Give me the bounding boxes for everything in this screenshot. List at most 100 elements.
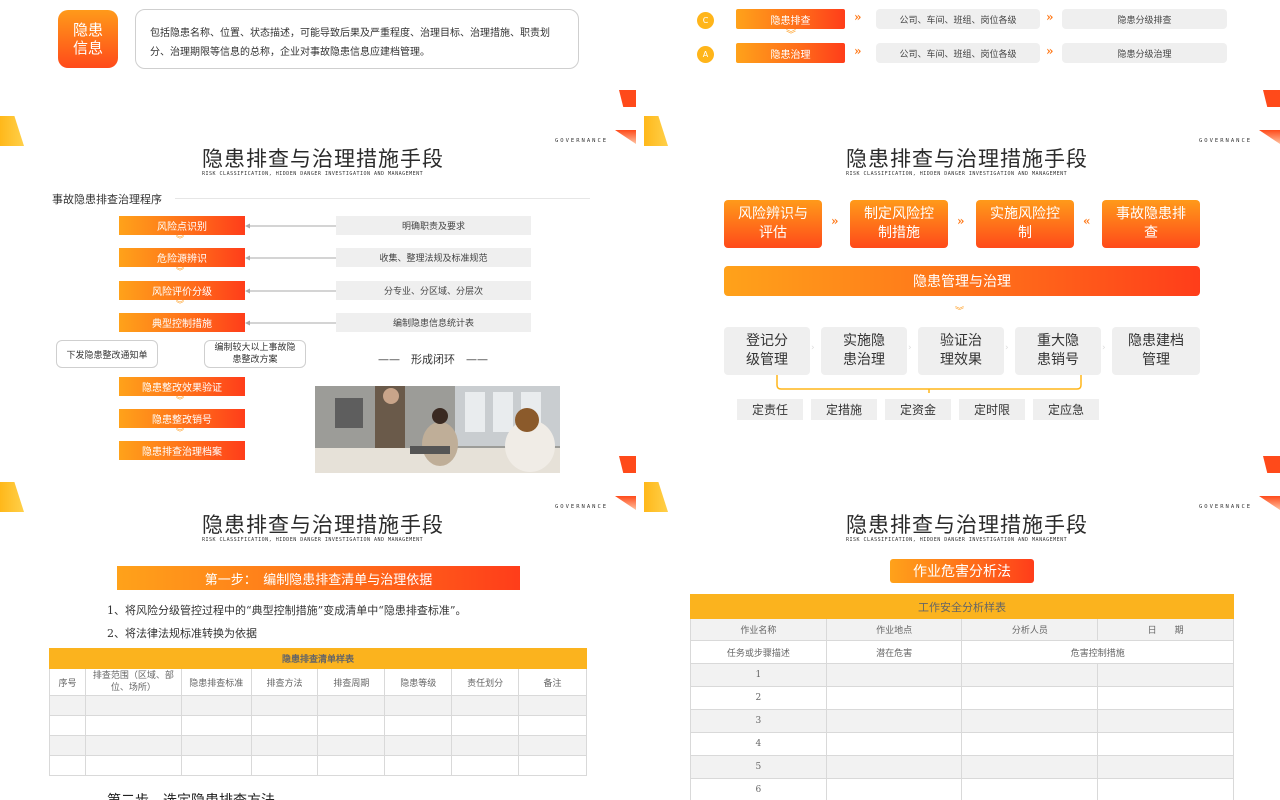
chevron-down-icon: ︾ (176, 428, 184, 437)
checklist-table: 隐患排查清单样表 序号 排查范围（区域、部位、场所） 隐患排查标准 排查方法 排… (49, 648, 587, 776)
connector-lines (245, 223, 336, 326)
double-arrow-right-icon: » (1046, 44, 1054, 58)
chevron-down-icon: ︾ (176, 235, 184, 244)
body-line: 1、将风险分级管控过程中的“典型控制措施”变成清单中“隐患排查标准”。 (107, 604, 467, 617)
double-arrow-right-icon: » (854, 10, 862, 24)
corner-deco-right (1259, 130, 1280, 144)
table-row: 1 (690, 663, 1234, 687)
flow-step: 典型控制措施 (119, 313, 245, 332)
circle-letter-a: A (697, 46, 714, 63)
col-header: 序号 (49, 668, 86, 696)
stage-box: 制定风险控制措施 (850, 200, 948, 248)
double-arrow-left-icon: « (1083, 214, 1091, 228)
slide-title: 隐患排查与治理措施手段 (846, 513, 1088, 537)
measure-box: 验证治理效果 (918, 327, 1004, 375)
circle-letter-c: C (697, 12, 714, 29)
checklist-table-title: 隐患排查清单样表 (49, 648, 587, 669)
col-header: 隐患等级 (384, 668, 453, 696)
side-note: 明确职责及要求 (336, 216, 531, 235)
table-row (49, 735, 587, 756)
info-badge: 隐患信息 (58, 10, 118, 68)
step2-heading: 第二步 选定隐患排查方法 (107, 790, 275, 800)
cell-header: 作业名称 (690, 618, 827, 641)
section-heading: 事故隐患排查治理程序 (52, 193, 162, 206)
info-description-box: 包括隐患名称、位置、状态描述，可能导致后果及严重程度、治理目标、治理措施、职责划… (135, 9, 579, 69)
col-header: 隐患排查标准 (180, 668, 252, 696)
table-row: 2 (690, 686, 1234, 710)
side-note: 编制隐患信息统计表 (336, 313, 531, 332)
small-arrow-icon: › (908, 343, 912, 353)
corner-deco-right (619, 90, 636, 107)
slide-subtitle: RISK CLASSIFICATION, HIDDEN DANGER INVES… (846, 171, 1068, 177)
col-header: 责任划分 (451, 668, 520, 696)
corner-deco-left (0, 116, 24, 146)
col-header: 排查范围（区域、部位、场所） (84, 668, 182, 696)
small-arrow-icon: › (1005, 343, 1009, 353)
table-row (49, 695, 587, 716)
table-row: 6 (690, 778, 1234, 800)
bracket-connector (776, 375, 1082, 393)
divider (175, 198, 590, 199)
chevron-down-icon: ︾ (955, 307, 965, 317)
measure-box: 实施隐患治理 (821, 327, 907, 375)
double-arrow-right-icon: » (957, 214, 965, 228)
table-row: 4 (690, 732, 1234, 756)
table-row: 3 (690, 709, 1234, 733)
units-check: 公司、车间、班组、岗位各级 (876, 9, 1040, 29)
closed-loop-label: —— 形成闭环 —— (378, 353, 488, 366)
double-arrow-right-icon: » (831, 214, 839, 228)
measure-box: 重大隐患销号 (1015, 327, 1101, 375)
photo-illustration (315, 386, 560, 473)
col-header: 排查周期 (317, 668, 386, 696)
corner-deco-left (644, 116, 668, 146)
step-check: 隐患排查 (736, 9, 845, 29)
management-banner: 隐患管理与治理 (724, 266, 1200, 296)
plan-box: 编制较大以上事故隐患整改方案 (204, 340, 306, 368)
office-meeting-photo (315, 386, 560, 473)
corner-deco-left (0, 482, 24, 512)
brand-label: GOVERNANCE (555, 504, 609, 510)
info-badge-label: 隐患信息 (72, 21, 103, 57)
col-header: 排查方法 (250, 668, 319, 696)
five-define: 定责任 (737, 399, 803, 420)
notice-box: 下发隐患整改通知单 (56, 340, 158, 368)
stage-box: 事故隐患排查 (1102, 200, 1200, 248)
measure-box: 登记分级管理 (724, 327, 810, 375)
flow-step: 风险点识别 (119, 216, 245, 235)
chevron-down-icon: ︾ (786, 0, 796, 7)
chevron-down-icon: ︾ (786, 30, 796, 41)
side-note: 收集、整理法规及标准规范 (336, 248, 531, 267)
five-define: 定应急 (1033, 399, 1099, 420)
flow-step: 隐患整改销号 (119, 409, 245, 428)
cell-header: 潜在危害 (825, 640, 963, 664)
flow-step: 风险评价分级 (119, 281, 245, 300)
flow-step: 隐患排查治理档案 (119, 441, 245, 460)
five-define: 定措施 (811, 399, 877, 420)
corner-deco-left (644, 482, 668, 512)
slide-title: 隐患排查与治理措施手段 (202, 147, 444, 171)
step1-banner: 第一步： 编制隐患排查清单与治理依据 (117, 566, 520, 590)
slide-title: 隐患排查与治理措施手段 (202, 513, 444, 537)
chevron-down-icon: ︾ (176, 300, 184, 309)
col-header: 备注 (518, 668, 587, 696)
corner-deco-right (1263, 456, 1280, 473)
five-define: 定时限 (959, 399, 1025, 420)
cell-header: 危害控制措施 (961, 640, 1234, 664)
job-safety-table: 工作安全分析样表 作业名称 作业地点 分析人员 日 期 任务或步骤描述 潜在危害… (690, 594, 1234, 800)
units-treat: 公司、车间、班组、岗位各级 (876, 43, 1040, 63)
five-define: 定资金 (885, 399, 951, 420)
step-treat: 隐患治理 (736, 43, 845, 63)
cell-header: 分析人员 (961, 618, 1099, 641)
slide-subtitle: RISK CLASSIFICATION, HIDDEN DANGER INVES… (202, 171, 424, 177)
cell-header: 日 期 (1097, 618, 1234, 641)
slide-title: 隐患排查与治理措施手段 (846, 147, 1088, 171)
slide-subtitle: RISK CLASSIFICATION, HIDDEN DANGER INVES… (202, 537, 424, 543)
body-line: 2、将法律法规标准转换为依据 (107, 627, 257, 640)
table-row (49, 755, 587, 776)
corner-deco-right (615, 130, 636, 144)
flow-step: 危险源辨识 (119, 248, 245, 267)
method-label: 作业危害分析法 (890, 559, 1034, 583)
cell-header: 作业地点 (825, 618, 963, 641)
corner-deco-right (1259, 496, 1280, 510)
brand-label: GOVERNANCE (1199, 504, 1253, 510)
